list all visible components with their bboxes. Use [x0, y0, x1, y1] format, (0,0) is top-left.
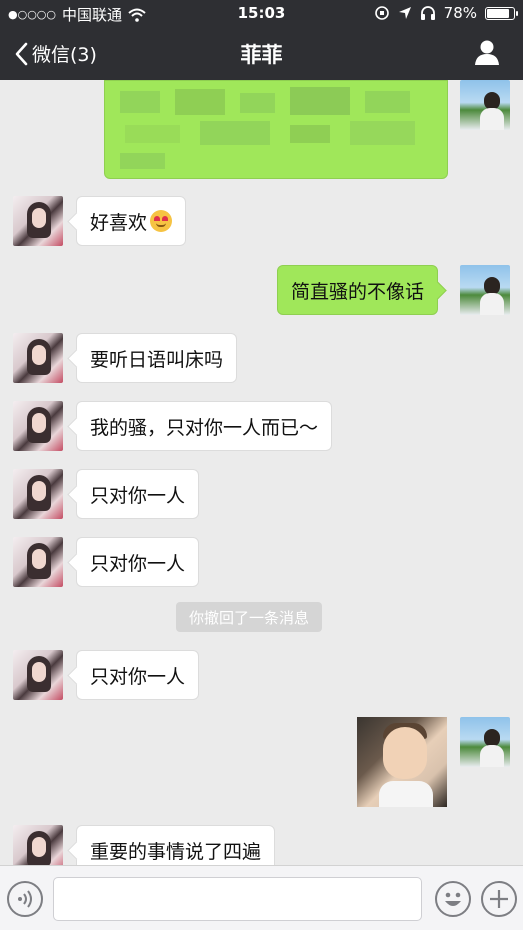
top-bar: ●○○○○ 中国联通 15:03 78% 微信(3) 菲菲 — [0, 0, 523, 80]
contact-avatar[interactable] — [13, 825, 63, 865]
plus-icon — [490, 890, 508, 908]
sent-photo-image[interactable] — [357, 717, 447, 807]
my-avatar[interactable] — [460, 265, 510, 315]
outgoing-message[interactable]: 简直骚的不像话 — [277, 265, 439, 315]
my-avatar[interactable] — [460, 80, 510, 130]
heart-eyes-emoji-icon — [150, 210, 173, 232]
message-text: 只对你一人 — [90, 484, 186, 507]
headphones-icon — [420, 6, 435, 20]
orientation-lock-icon — [374, 6, 389, 20]
location-icon — [398, 7, 411, 19]
battery-percent: 78% — [443, 4, 477, 22]
message-text: 我的骚，只对你一人而已～ — [90, 416, 319, 439]
voice-button[interactable] — [7, 881, 43, 917]
contact-avatar[interactable] — [13, 469, 63, 519]
chat-area[interactable]: 好喜欢 简直骚的不像话 要听日语叫床吗 我的骚，只对你一人而已～ 只对你一人 只… — [0, 80, 523, 865]
message-text: 重要的事情说了四遍 — [90, 840, 262, 863]
message-text: 只对你一人 — [90, 665, 186, 688]
battery-icon — [485, 6, 518, 20]
contact-avatar[interactable] — [13, 401, 63, 451]
message-text: 只对你一人 — [90, 552, 186, 575]
message-text: 好喜欢 — [90, 211, 148, 234]
my-avatar[interactable] — [460, 717, 510, 767]
incoming-message[interactable]: 要听日语叫床吗 — [76, 333, 238, 383]
message-text: 要听日语叫床吗 — [90, 348, 224, 371]
more-button[interactable] — [481, 881, 517, 917]
status-bar: ●○○○○ 中国联通 15:03 78% — [0, 0, 523, 26]
incoming-message[interactable]: 只对你一人 — [76, 537, 200, 587]
contact-avatar[interactable] — [13, 333, 63, 383]
incoming-message[interactable]: 只对你一人 — [76, 650, 200, 700]
incoming-message[interactable]: 好喜欢 — [76, 196, 187, 246]
incoming-message[interactable]: 只对你一人 — [76, 469, 200, 519]
input-bar — [0, 865, 523, 930]
person-icon[interactable] — [473, 38, 501, 66]
recall-notice: 你撤回了一条消息 — [176, 602, 323, 632]
contact-avatar[interactable] — [13, 650, 63, 700]
contact-avatar[interactable] — [13, 537, 63, 587]
message-input[interactable] — [53, 877, 422, 921]
emoji-icon — [445, 892, 461, 906]
incoming-message[interactable]: 重要的事情说了四遍 — [76, 825, 276, 865]
nav-bar: 微信(3) 菲菲 — [0, 26, 523, 80]
chat-title: 菲菲 — [240, 43, 283, 67]
voice-icon — [18, 890, 32, 908]
contact-avatar[interactable] — [13, 196, 63, 246]
emoji-button[interactable] — [435, 881, 471, 917]
blurred-message-bubble[interactable] — [104, 80, 448, 179]
incoming-message[interactable]: 我的骚，只对你一人而已～ — [76, 401, 333, 451]
message-text: 简直骚的不像话 — [291, 280, 425, 303]
